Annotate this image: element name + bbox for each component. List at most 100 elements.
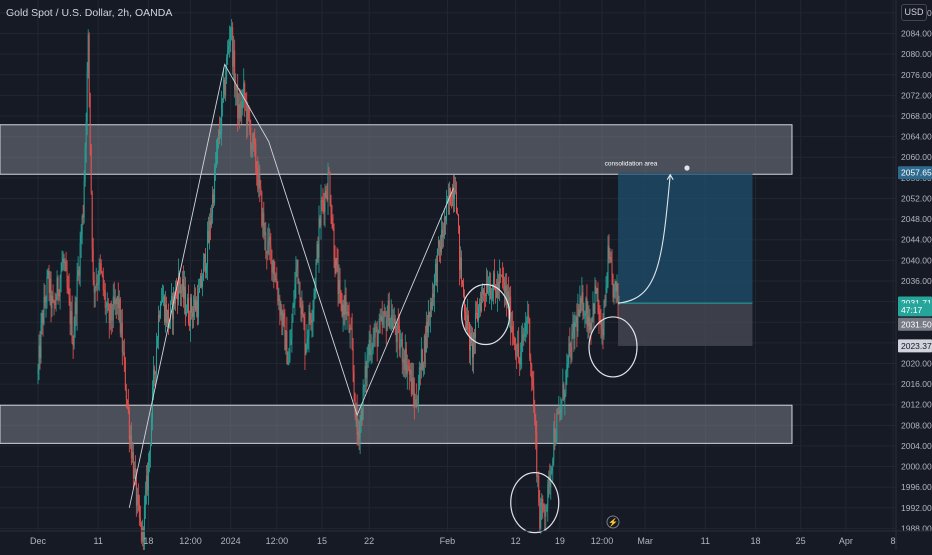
candle-body [317, 244, 319, 258]
x-tick-label: 19 [555, 536, 565, 546]
candle-body [244, 83, 246, 101]
candle-body [69, 297, 71, 325]
candle-body [543, 505, 545, 510]
y-tick-label: 2004.000 [901, 441, 932, 451]
candle-body [194, 299, 196, 308]
candle-body [39, 345, 41, 359]
candle-body [305, 344, 307, 355]
candle-body [112, 296, 114, 321]
candle-body [569, 343, 571, 347]
candle-body [420, 349, 422, 370]
candle-body [375, 327, 377, 328]
candle-body [395, 331, 397, 343]
candle-body [538, 475, 540, 503]
candle-body [487, 284, 489, 293]
candle-body [81, 216, 83, 235]
candle-body [331, 217, 333, 225]
chart-area[interactable]: consolidation area ⚡ 1988.000 1992.000 199… [0, 0, 932, 555]
candle-body [439, 246, 441, 253]
candle-body [537, 475, 539, 477]
candle-body [87, 34, 89, 71]
candle-body [558, 410, 560, 414]
candle-body [381, 315, 383, 325]
x-tick-label: Apr [839, 536, 853, 546]
candle-body [400, 339, 402, 345]
candle-body [500, 274, 502, 276]
candle-body [463, 283, 464, 296]
candle-body [339, 280, 341, 291]
candle-body [129, 435, 131, 440]
candle-body [422, 363, 424, 370]
candle-body [126, 400, 128, 404]
price-chart[interactable]: consolidation area ⚡ 1988.000 1992.000 199… [0, 0, 932, 555]
candle-body [99, 262, 101, 264]
candle-body [79, 242, 81, 276]
candle-body [127, 403, 129, 412]
candle-body [78, 270, 80, 276]
currency-button[interactable]: USD [901, 4, 927, 21]
candle-body [510, 296, 512, 332]
candle-body [266, 251, 268, 254]
candle-body [296, 259, 298, 269]
candle-body [208, 231, 210, 243]
candle-body [555, 439, 557, 444]
candle-body [365, 366, 367, 378]
candle-body [377, 333, 379, 347]
candle-body [197, 300, 199, 318]
candle-body [577, 309, 579, 332]
candle-body [216, 153, 218, 166]
candle-body [576, 317, 578, 332]
candle-body [149, 445, 151, 452]
candle-body [43, 296, 45, 324]
candle-body [360, 410, 362, 422]
candle-body [526, 321, 528, 324]
candle-body [163, 296, 165, 322]
candle-body [91, 192, 93, 250]
candle-body [402, 359, 404, 363]
candle-body [480, 303, 482, 312]
candle-body [199, 287, 201, 293]
candle-body [136, 494, 138, 506]
candle-body [188, 298, 189, 323]
price-tag-label: 2023.377 [901, 341, 932, 351]
candle-body [53, 301, 55, 304]
candle-body [462, 280, 463, 284]
candle-body [180, 284, 181, 293]
candle-body [570, 346, 572, 360]
candle-body [116, 296, 118, 304]
candle-body [499, 274, 501, 290]
candle-body [314, 287, 316, 294]
candle-body [574, 322, 576, 339]
candle-body [282, 312, 284, 326]
candle-body [370, 349, 372, 355]
price-axis[interactable]: 1988.000 1992.000 1996.000 2000.000 2004.000… [895, 0, 932, 550]
candle-body [155, 346, 157, 372]
candle-body [602, 329, 604, 336]
candle-body [290, 338, 292, 345]
candle-body [564, 393, 566, 400]
candle-body [529, 318, 531, 359]
candle-body [484, 294, 486, 296]
candle-body [214, 167, 216, 203]
candle-body [46, 276, 48, 302]
candle-body [102, 275, 104, 291]
candle-body [617, 283, 619, 304]
candle-body [196, 300, 198, 311]
candle-body [405, 348, 407, 374]
candle-body [563, 384, 565, 400]
candle-body [86, 70, 88, 122]
x-tick-label: 12 [511, 536, 521, 546]
time-axis[interactable]: Dec 11 18 12:00 2024 12:00 15 22 Feb 12 19 12:00 Mar… [0, 530, 932, 546]
candle-body [393, 318, 395, 323]
candle-body [193, 307, 194, 317]
candle-body [311, 320, 313, 323]
candle-body [275, 278, 277, 281]
candle-body [280, 308, 282, 316]
candle-body [483, 289, 485, 295]
y-tick-label: 2016.000 [901, 379, 932, 389]
candle-body [590, 322, 592, 330]
candle-body [344, 295, 346, 316]
candle-body [225, 79, 227, 96]
candle-body [535, 419, 537, 434]
candle-body [181, 290, 182, 293]
